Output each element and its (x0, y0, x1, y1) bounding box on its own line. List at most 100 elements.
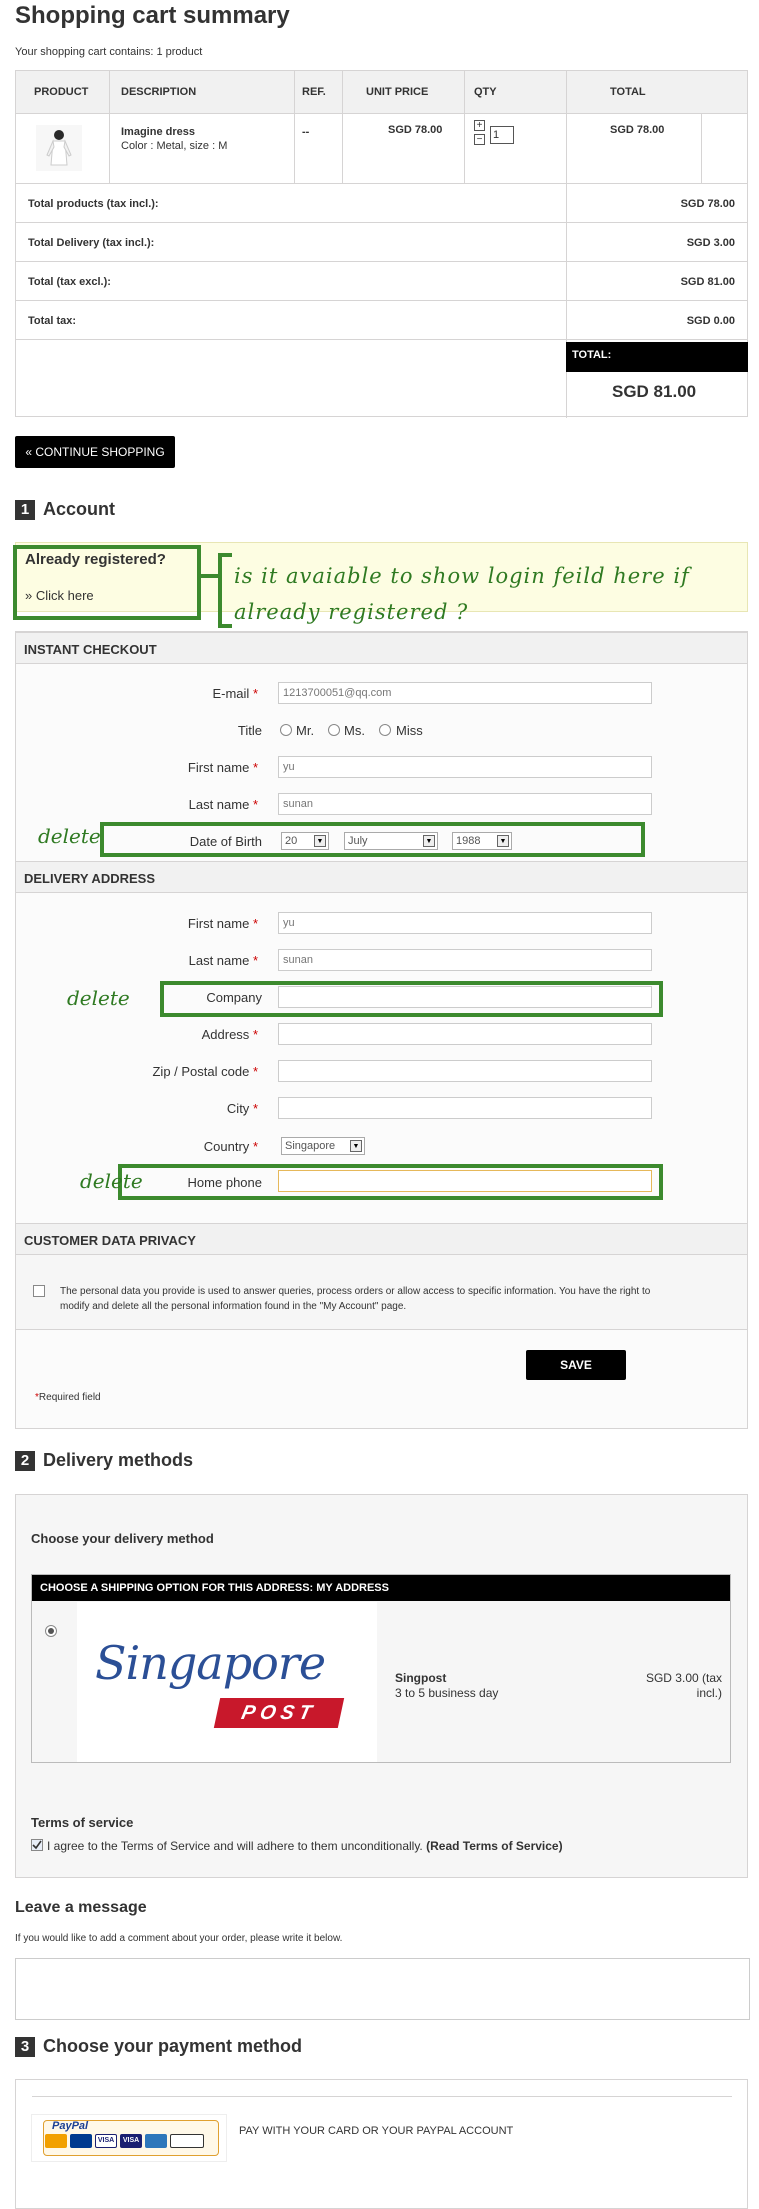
step-3-number: 3 (15, 2037, 35, 2057)
delivery-lastname-field[interactable]: sunan (278, 949, 652, 971)
product-ref: -- (302, 126, 310, 138)
paypal-wordmark: PayPal (52, 2120, 89, 2132)
chevron-down-icon: ▼ (314, 835, 326, 847)
phone-field[interactable] (278, 1170, 652, 1192)
login-link[interactable]: » Click here (25, 588, 94, 603)
chevron-down-icon: ▼ (350, 1140, 362, 1152)
firstname-label: First name * (187, 760, 258, 775)
address-field[interactable] (278, 1023, 652, 1045)
shipping-option-box: CHOOSE A SHIPPING OPTION FOR THIS ADDRES… (31, 1574, 731, 1763)
country-select[interactable]: Singapore ▼ (281, 1137, 365, 1155)
dob-year-select[interactable]: 1988 ▼ (452, 832, 512, 850)
delivery-firstname-label: First name * (187, 916, 258, 931)
title-ms-label: Ms. (344, 723, 365, 738)
step-1-title: Account (43, 499, 115, 519)
zip-label: Zip / Postal code * (152, 1064, 258, 1079)
visa-icon: VISA (95, 2134, 117, 2148)
zip-field[interactable] (278, 1060, 652, 1082)
city-label: City * (226, 1101, 258, 1116)
summary-value: SGD 0.00 (686, 315, 735, 327)
qty-input[interactable]: 1 (490, 126, 514, 144)
product-total: SGD 78.00 (610, 124, 665, 136)
delete-note-dob: delete (38, 824, 101, 848)
country-label: Country * (203, 1139, 258, 1154)
amex-icon (145, 2134, 167, 2148)
choose-delivery-label: Choose your delivery method (31, 1531, 214, 1546)
email-field[interactable]: 1213700051@qq.com (278, 682, 652, 704)
paypal-logo[interactable]: PayPal VISA VISA (31, 2114, 227, 2162)
terms-title: Terms of service (31, 1815, 134, 1830)
carrier-price: SGD 3.00 (tax incl.) (645, 1671, 722, 1700)
chevron-down-icon: ▼ (497, 835, 509, 847)
summary-label: Total tax: (28, 315, 77, 327)
company-label: Company (206, 990, 262, 1005)
annotation-bracket (200, 553, 232, 628)
message-title: Leave a message (15, 1899, 147, 1916)
lastname-label: Last name * (188, 797, 258, 812)
phone-label: Home phone (187, 1175, 262, 1190)
maestro-icon (70, 2134, 92, 2148)
logo-post-text: POST (213, 1698, 345, 1728)
company-field[interactable] (278, 986, 652, 1008)
step-2-number: 2 (15, 1451, 35, 1471)
title-ms-radio[interactable] (328, 724, 340, 736)
col-description: DESCRIPTION (121, 86, 197, 98)
check-icon (32, 1840, 42, 1850)
delivery-firstname-field[interactable]: yu (278, 912, 652, 934)
dob-label: Date of Birth (189, 834, 262, 849)
total-value: SGD 81.00 (612, 382, 697, 401)
chevron-down-icon: ▼ (423, 835, 435, 847)
col-total: TOTAL (610, 86, 646, 98)
summary-value: SGD 81.00 (680, 276, 735, 288)
logo-script-text: Singapore (95, 1636, 326, 1690)
terms-link[interactable]: (Read Terms of Service) (426, 1839, 563, 1853)
terms-checkbox[interactable] (31, 1839, 43, 1851)
col-unit-price: UNIT PRICE (366, 86, 429, 98)
step-3-title: Choose your payment method (43, 2036, 303, 2056)
step-1-number: 1 (15, 500, 35, 520)
delivery-address-heading: DELIVERY ADDRESS (16, 861, 747, 893)
instant-checkout-heading: INSTANT CHECKOUT (16, 632, 747, 664)
col-product: PRODUCT (34, 86, 89, 98)
privacy-text: The personal data you provide is used to… (60, 1286, 651, 1312)
mastercard-icon (45, 2134, 67, 2148)
summary-value: SGD 3.00 (686, 237, 735, 249)
summary-value: SGD 78.00 (680, 198, 735, 210)
col-qty: QTY (474, 86, 497, 98)
lastname-field[interactable]: sunan (278, 793, 652, 815)
paypal-text[interactable]: PAY WITH YOUR CARD OR YOUR PAYPAL ACCOUN… (239, 2125, 513, 2137)
product-attributes: Color : Metal, size : M (121, 140, 228, 152)
product-thumbnail[interactable] (36, 125, 82, 171)
carrier-name: Singpost (395, 1671, 447, 1685)
address-label: Address * (201, 1027, 258, 1042)
terms-text: I agree to the Terms of Service and will… (47, 1839, 563, 1853)
title-miss-label: Miss (396, 723, 423, 738)
privacy-checkbox[interactable] (33, 1285, 45, 1297)
cart-count: Your shopping cart contains: 1 product (15, 46, 203, 58)
summary-label: Total products (tax incl.): (28, 198, 159, 210)
message-textarea[interactable] (15, 1958, 750, 2020)
title-miss-radio[interactable] (379, 724, 391, 736)
dob-month-select[interactable]: July ▼ (344, 832, 438, 850)
dob-day-select[interactable]: 20 ▼ (281, 832, 329, 850)
qty-decrease-button[interactable]: − (474, 134, 485, 145)
carrier-radio[interactable] (45, 1625, 57, 1637)
qty-increase-button[interactable]: + (474, 120, 485, 131)
title-label: Title (237, 723, 262, 738)
shipping-heading: CHOOSE A SHIPPING OPTION FOR THIS ADDRES… (32, 1575, 730, 1601)
annotation-note: is it avaiable to show login feild here … (234, 564, 690, 624)
title-mr-label: Mr. (296, 723, 315, 738)
title-mr-radio[interactable] (280, 724, 292, 736)
singapore-post-logo: Singapore POST (77, 1602, 377, 1762)
city-field[interactable] (278, 1097, 652, 1119)
save-button[interactable]: SAVE (526, 1350, 626, 1380)
delivery-lastname-label: Last name * (188, 953, 258, 968)
message-hint: If you would like to add a comment about… (15, 1933, 343, 1944)
step-2-title: Delivery methods (43, 1450, 194, 1470)
continue-shopping-button[interactable]: « CONTINUE SHOPPING (15, 436, 175, 468)
page-title: Shopping cart summary (15, 2, 290, 29)
direct-debit-icon (170, 2134, 204, 2148)
summary-label: Total Delivery (tax incl.): (28, 237, 155, 249)
product-name[interactable]: Imagine dress (121, 126, 195, 138)
firstname-field[interactable]: yu (278, 756, 652, 778)
